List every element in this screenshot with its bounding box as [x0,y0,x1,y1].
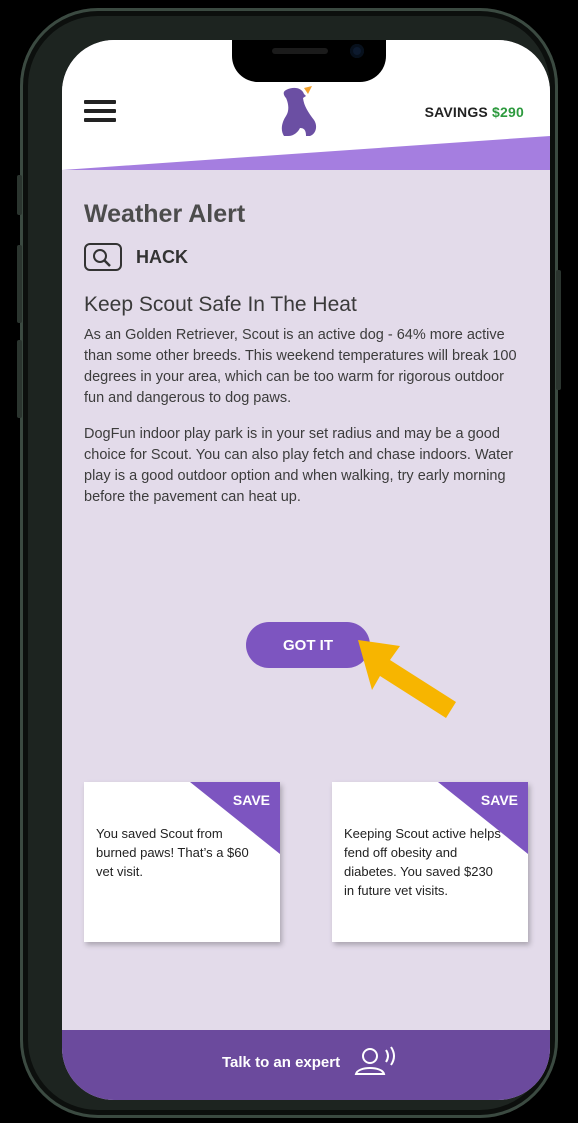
hamburger-menu-icon[interactable] [84,100,116,122]
alert-subtitle: Keep Scout Safe In The Heat [84,293,357,316]
alert-title: Weather Alert [84,200,246,228]
speaker-grille [272,48,328,54]
hack-label: HACK [136,246,188,267]
arrow-pointer-icon [358,640,456,718]
phone-volume-down [17,340,22,418]
expert-voice-icon [354,1046,395,1075]
phone-silent-switch [17,175,22,215]
card-text: You saved Scout from burned paws! That’s… [96,826,249,879]
dog-logo-icon [281,86,317,136]
alert-content: Weather Alert HACK Keep Scout Safe In Th… [84,200,528,522]
savings-indicator: SAVINGS $290 [425,104,524,120]
hack-tag: HACK [84,243,528,271]
front-camera [350,44,364,58]
app-screen: SAVINGS $290 Weather Alert HACK Keep Sco… [62,40,550,1100]
alert-paragraph-1: As an Golden Retriever, Scout is an acti… [84,327,517,406]
magnifier-icon [84,243,122,271]
talk-to-expert-bar[interactable]: Talk to an expert [62,1030,550,1100]
savings-card-1: SAVE You saved Scout from burned paws! T… [84,782,280,942]
alert-paragraph-2: DogFun indoor play park is in your set r… [84,425,514,505]
talk-to-expert-label: Talk to an expert [222,1054,341,1071]
savings-card-2: SAVE Keeping Scout active helps fend off… [332,782,528,942]
phone-side-button [556,270,561,390]
phone-notch [232,40,386,82]
savings-amount: $290 [492,104,524,120]
savings-label: SAVINGS [424,104,488,120]
save-badge-label: SAVE [232,792,270,808]
card-text: Keeping Scout active helps fend off obes… [344,826,501,898]
save-badge-label: SAVE [480,792,518,808]
phone-volume-up [17,245,22,323]
